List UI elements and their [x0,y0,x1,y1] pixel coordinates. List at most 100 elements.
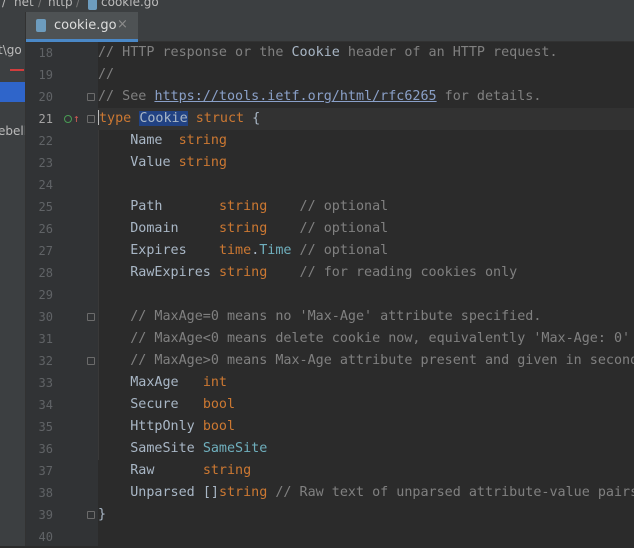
comment: // optional [291,243,389,258]
breadcrumb-net[interactable]: net [14,0,34,9]
line-number[interactable]: 33 [26,372,53,394]
field-type: string [218,221,268,236]
breadcrumb-separator: / [2,0,7,9]
code-line[interactable]: Raw string [98,460,634,482]
comment: // for reading cookies only [267,265,518,280]
code-line[interactable]: // MaxAge=0 means no 'Max-Age' attribute… [98,306,634,328]
field-name: SameSite [98,441,203,456]
comment: // See [98,89,155,104]
fold-icon[interactable] [87,313,95,321]
code-line[interactable]: Path string // optional [98,196,634,218]
implemented-icon[interactable] [64,115,72,123]
comment: for details. [436,89,542,104]
breadcrumb-file[interactable]: cookie.go [101,0,159,9]
code-line[interactable]: Value string [98,152,634,174]
field-type: SameSite [202,441,268,456]
code-line[interactable]: Unparsed []string // Raw text of unparse… [98,482,634,504]
line-number[interactable]: 34 [26,394,53,416]
field-name: Unparsed [98,485,203,500]
field-type: string [218,265,268,280]
comment: // HTTP response or the [98,45,292,60]
line-number[interactable]: 24 [26,174,53,196]
up-arrow-icon[interactable]: ↑ [73,113,80,124]
code-line[interactable]: HttpOnly bool [98,416,634,438]
editor-tab-bar: cookie.go × [26,12,634,42]
project-tree-selection[interactable] [0,82,25,102]
field-type: int [202,375,227,390]
line-number[interactable]: 40 [26,526,53,548]
fold-icon[interactable] [87,115,95,123]
field-name: Domain [98,221,219,236]
line-number-gutter[interactable]: 18 19 20 21 22 23 24 25 26 27 28 29 30 31 32 33 34 35 36 37… [26,42,98,546]
brace: } [98,507,107,522]
code-line[interactable]: // MaxAge<0 means delete cookie now, equ… [98,328,634,350]
line-number[interactable]: 29 [26,284,53,306]
line-number[interactable]: 38 [26,482,53,504]
code-line[interactable]: Expires time.Time // optional [98,240,634,262]
code-line[interactable]: Domain string // optional [98,218,634,240]
code-line[interactable]: // See https://tools.ietf.org/html/rfc62… [98,86,634,108]
code-line[interactable]: RawExpires string // for reading cookies… [98,262,634,284]
navigation-breadcrumb: / net / http / cookie.go [0,0,634,12]
comment: // Raw text of unparsed attribute-value … [267,485,634,500]
line-number[interactable]: 20 [26,86,53,108]
breadcrumb-separator: / [76,0,81,9]
line-number[interactable]: 32 [26,350,53,372]
line-number[interactable]: 28 [26,262,53,284]
line-number[interactable]: 37 [26,460,53,482]
field-name: Expires [98,243,219,258]
code-line[interactable]: Secure bool [98,394,634,416]
code-line[interactable] [98,526,634,548]
line-number[interactable]: 35 [26,416,53,438]
comment: // [98,67,115,82]
tab-cookie-go[interactable]: cookie.go × [26,12,138,42]
code-line[interactable]: type Cookie struct { [98,108,634,130]
field-type: Time [259,243,292,258]
line-number[interactable]: 22 [26,130,53,152]
breadcrumb-http[interactable]: http [48,0,73,9]
go-file-icon [88,0,97,10]
line-number[interactable]: 18 [26,42,53,64]
line-number[interactable]: 27 [26,240,53,262]
field-type: string [218,199,268,214]
fold-icon[interactable] [87,357,95,365]
close-icon[interactable]: × [117,17,128,32]
package-name: time [218,243,252,258]
code-line[interactable]: // HTTP response or the Cookie header of… [98,42,634,64]
project-tree-item[interactable]: t\go [0,43,22,57]
fold-icon[interactable] [87,511,95,519]
fold-icon[interactable] [87,93,95,101]
field-name: HttpOnly [98,419,203,434]
comment: // MaxAge=0 means no 'Max-Age' attribute… [98,309,542,324]
field-name: MaxAge [98,375,203,390]
comment: // MaxAge>0 means Max-Age attribute pres… [98,353,634,368]
code-editor[interactable]: // HTTP response or the Cookie header of… [98,42,634,546]
line-number[interactable]: 23 [26,152,53,174]
comment: header of an HTTP request. [339,45,558,60]
project-tree-item[interactable]: ebell [0,124,25,138]
code-line[interactable] [98,284,634,306]
field-type: string [218,485,268,500]
field-type: bool [202,397,236,412]
error-underline [10,69,24,71]
line-number[interactable]: 36 [26,438,53,460]
field-name: RawExpires [98,265,219,280]
code-line[interactable]: MaxAge int [98,372,634,394]
line-number[interactable]: 21 [26,108,53,130]
line-number[interactable]: 30 [26,306,53,328]
line-number[interactable]: 26 [26,218,53,240]
code-line[interactable]: SameSite SameSite [98,438,634,460]
code-line[interactable]: Name string [98,130,634,152]
line-number[interactable]: 31 [26,328,53,350]
line-number[interactable]: 39 [26,504,53,526]
code-line[interactable]: } [98,504,634,526]
code-line[interactable]: // MaxAge>0 means Max-Age attribute pres… [98,350,634,372]
field-name: Secure [98,397,203,412]
project-panel[interactable]: t\go ebell [0,12,26,546]
code-line[interactable]: // [98,64,634,86]
field-name: Name [98,133,179,148]
code-line[interactable] [98,174,634,196]
line-number[interactable]: 19 [26,64,53,86]
comment-identifier: Cookie [291,45,340,60]
line-number[interactable]: 25 [26,196,53,218]
